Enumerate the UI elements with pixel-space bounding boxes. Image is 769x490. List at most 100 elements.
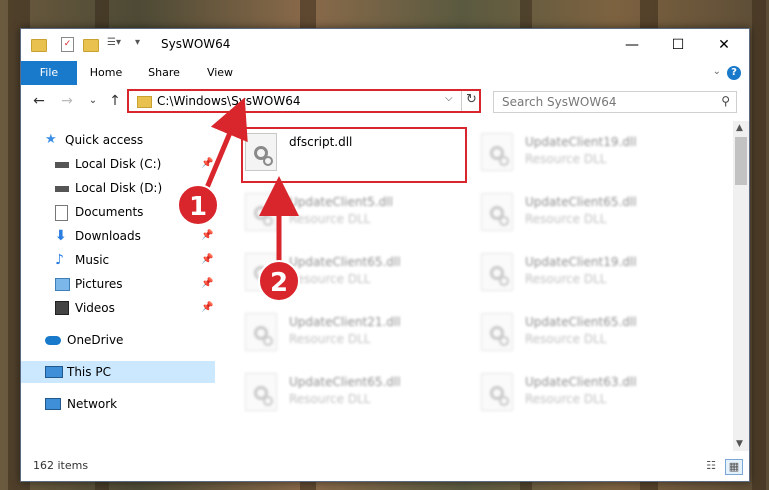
file-type: Resource DLL — [289, 392, 371, 406]
properties-icon[interactable]: ✓ — [61, 37, 75, 52]
dll-file-icon — [481, 133, 513, 171]
pin-icon: 📌 — [201, 158, 214, 169]
sidebar-item-label: Network — [67, 397, 118, 411]
file-name: UpdateClient65.dll — [289, 375, 401, 389]
dll-file-icon — [481, 193, 513, 231]
address-row: ← → ⌄ ↑ C:\Windows\SysWOW64 ⌵ ↻ Search S… — [21, 87, 749, 117]
pictures-icon — [55, 278, 70, 291]
ribbon-tabs: File Home Share View ⌄ ? — [21, 61, 749, 85]
tab-home[interactable]: Home — [81, 61, 131, 85]
sidebar-item-label: Local Disk (D:) — [75, 181, 163, 195]
back-button[interactable]: ← — [29, 91, 49, 111]
file-name: UpdateClient21.dll — [289, 315, 401, 329]
file-type: Resource DLL — [525, 152, 607, 166]
sidebar-item-local-disk-c[interactable]: Local Disk (C:) 📌 — [21, 153, 213, 175]
address-path[interactable]: C:\Windows\SysWOW64 — [157, 94, 301, 108]
download-icon: ⬇ — [55, 228, 67, 244]
large-icons-view-icon[interactable]: ▦ — [725, 459, 743, 475]
address-divider — [461, 91, 462, 111]
step-2-badge: 2 — [258, 260, 300, 302]
close-button[interactable]: ✕ — [701, 29, 747, 61]
tab-view[interactable]: View — [197, 61, 243, 85]
network-icon — [45, 398, 61, 410]
dll-file-icon — [481, 253, 513, 291]
scrollbar-thumb[interactable] — [735, 137, 747, 185]
sidebar-item-music[interactable]: ♪ Music 📌 — [21, 249, 213, 271]
folder-icon — [137, 96, 152, 108]
file-item[interactable]: UpdateClient65.dll Resource DLL — [477, 307, 707, 357]
maximize-button[interactable]: ☐ — [655, 29, 701, 61]
up-button[interactable]: ↑ — [105, 91, 125, 111]
sidebar-item-label: Local Disk (C:) — [75, 157, 162, 171]
scroll-down-icon[interactable]: ▼ — [736, 439, 743, 449]
file-name: UpdateClient65.dll — [525, 315, 637, 329]
dll-file-icon — [245, 313, 277, 351]
file-type: Resource DLL — [289, 332, 371, 346]
dll-file-icon — [481, 313, 513, 351]
sidebar-item-quick-access[interactable]: ★ Quick access — [21, 129, 213, 151]
dll-file-icon — [245, 193, 277, 231]
sidebar-item-pictures[interactable]: Pictures 📌 — [21, 273, 213, 295]
recent-locations-button[interactable]: ⌄ — [83, 91, 103, 111]
file-name: UpdateClient19.dll — [525, 255, 637, 269]
explorer-window: ✓ ☰▾ ▾ SysWOW64 — ☐ ✕ File Home Share Vi… — [20, 28, 750, 482]
dll-file-icon — [245, 373, 277, 411]
customize-toolbar-icon[interactable]: ▾ — [135, 37, 149, 51]
details-view-icon[interactable]: ☷ — [703, 459, 719, 473]
documents-icon — [55, 205, 68, 221]
sidebar-item-label: Quick access — [65, 133, 144, 147]
refresh-icon[interactable]: ↻ — [466, 92, 477, 107]
forward-button[interactable]: → — [57, 91, 77, 111]
file-item[interactable]: UpdateClient19.dll Resource DLL — [477, 127, 707, 177]
tab-file[interactable]: File — [21, 61, 77, 85]
sidebar-item-label: Music — [75, 253, 110, 267]
sidebar-item-label: Videos — [75, 301, 115, 315]
computer-icon — [45, 366, 63, 378]
file-name: UpdateClient63.dll — [525, 375, 637, 389]
file-item[interactable]: UpdateClient5.dll Resource DLL — [241, 187, 471, 237]
sidebar-item-onedrive[interactable]: OneDrive — [21, 329, 213, 351]
sidebar-item-downloads[interactable]: ⬇ Downloads 📌 — [21, 225, 213, 247]
sidebar-item-label: OneDrive — [67, 333, 124, 347]
step-1-badge: 1 — [177, 184, 219, 226]
sidebar-item-videos[interactable]: Videos 📌 — [21, 297, 213, 319]
drive-icon — [55, 162, 69, 168]
sidebar-item-network[interactable]: Network — [21, 393, 213, 415]
sidebar-item-label: This PC — [67, 365, 111, 379]
star-icon: ★ — [45, 132, 57, 147]
dll-file-icon — [481, 373, 513, 411]
file-item[interactable]: UpdateClient19.dll Resource DLL — [477, 247, 707, 297]
file-item[interactable]: UpdateClient63.dll Resource DLL — [477, 367, 707, 417]
search-icon[interactable]: ⚲ — [721, 94, 730, 108]
folder-icon — [31, 37, 47, 52]
status-bar: 162 items ☷ ▦ — [21, 455, 749, 479]
minimize-button[interactable]: — — [609, 29, 655, 61]
new-folder-icon[interactable] — [83, 37, 99, 52]
tab-share[interactable]: Share — [139, 61, 189, 85]
file-name: UpdateClient65.dll — [289, 255, 401, 269]
ribbon-collapse-icon[interactable]: ⌄ — [713, 66, 721, 77]
pin-icon: 📌 — [201, 230, 214, 241]
file-item[interactable]: UpdateClient21.dll Resource DLL — [241, 307, 471, 357]
view-options-icon[interactable]: ☰▾ — [107, 37, 129, 51]
navigation-pane: ★ Quick access Local Disk (C:) 📌 Local D… — [21, 121, 215, 451]
help-icon[interactable]: ? — [727, 66, 741, 80]
file-name: UpdateClient5.dll — [289, 195, 393, 209]
file-item[interactable]: UpdateClient65.dll Resource DLL — [241, 367, 471, 417]
file-name: UpdateClient19.dll — [525, 135, 637, 149]
scroll-up-icon[interactable]: ▲ — [736, 123, 743, 133]
vertical-scrollbar[interactable]: ▲ ▼ — [733, 121, 749, 451]
sidebar-item-label: Downloads — [75, 229, 141, 243]
file-name: UpdateClient65.dll — [525, 195, 637, 209]
chevron-down-icon[interactable]: ⌵ — [445, 93, 453, 104]
item-count: 162 items — [33, 459, 89, 472]
address-bar[interactable]: C:\Windows\SysWOW64 ⌵ ↻ — [127, 89, 481, 113]
file-type: Resource DLL — [525, 212, 607, 226]
sidebar-item-this-pc[interactable]: This PC — [21, 361, 215, 383]
cloud-icon — [45, 336, 61, 345]
title-bar: ✓ ☰▾ ▾ SysWOW64 — ☐ ✕ — [21, 29, 749, 61]
file-type: Resource DLL — [525, 392, 607, 406]
file-item[interactable]: UpdateClient65.dll Resource DLL — [477, 187, 707, 237]
file-type: Resource DLL — [289, 212, 371, 226]
search-input[interactable]: Search SysWOW64 ⚲ — [493, 91, 737, 113]
